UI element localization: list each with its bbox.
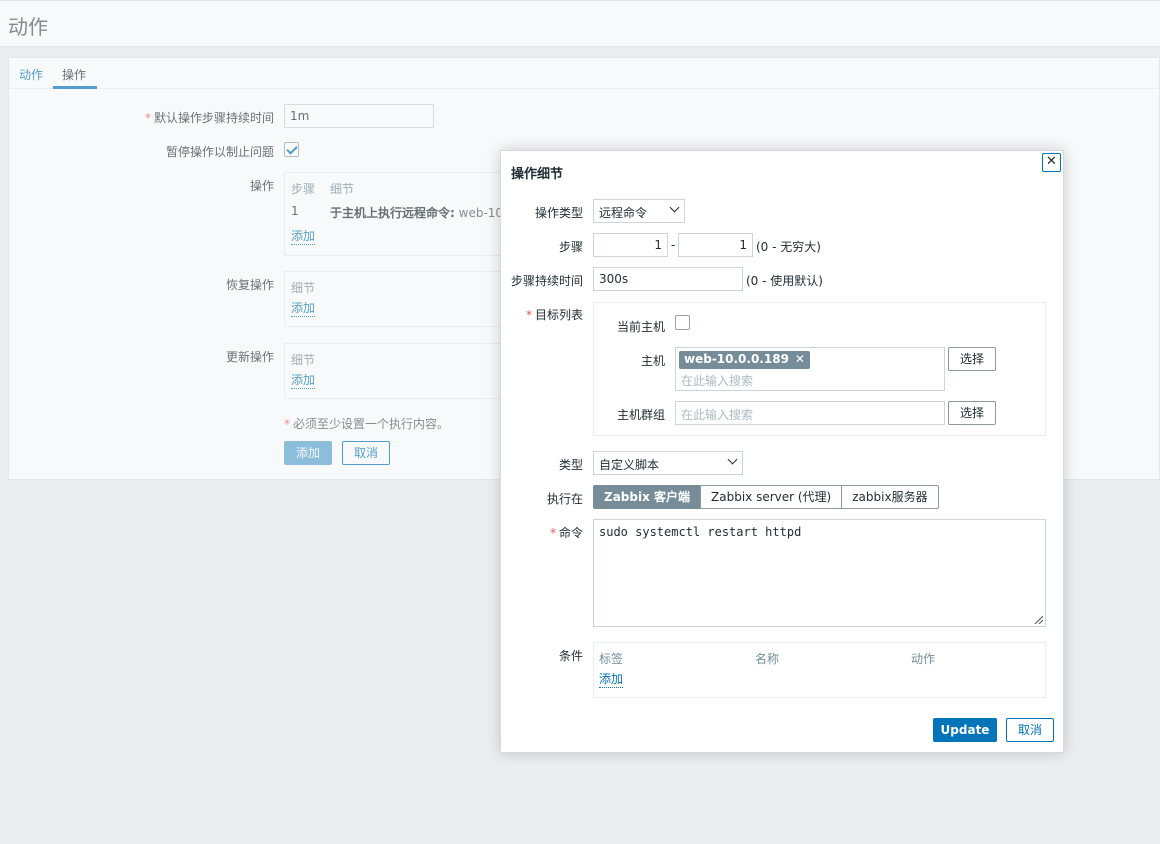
- execute-on-label: 执行在: [546, 492, 583, 506]
- command-textarea[interactable]: sudo systemctl restart httpd: [593, 519, 1046, 627]
- script-type-select[interactable]: 自定义脚本: [593, 451, 743, 475]
- execute-on-server-proxy[interactable]: Zabbix server (代理): [700, 485, 843, 509]
- chevron-down-icon: [669, 202, 680, 213]
- select-host-group-button[interactable]: 选择: [948, 401, 996, 425]
- operation-type-select[interactable]: 远程命令: [593, 199, 685, 223]
- execute-on-radio-group: Zabbix 客户端 Zabbix server (代理) zabbix服务器: [593, 485, 939, 509]
- close-icon[interactable]: ✕: [1042, 153, 1061, 172]
- step-duration-label: 步骤持续时间: [510, 274, 583, 288]
- execute-on-agent[interactable]: Zabbix 客户端: [593, 485, 702, 509]
- execute-on-zabbix-server[interactable]: zabbix服务器: [841, 485, 939, 509]
- step-duration-hint: (0 - 使用默认): [746, 274, 823, 288]
- script-type-value: 自定义脚本: [599, 458, 660, 472]
- command-text: sudo systemctl restart httpd: [599, 525, 802, 539]
- steps-separator: -: [671, 238, 676, 252]
- resize-handle-icon[interactable]: [1033, 614, 1043, 624]
- update-button[interactable]: Update: [933, 718, 997, 742]
- conditions-table: 标签 名称 动作 添加: [593, 642, 1046, 698]
- steps-hint: (0 - 无穷大): [756, 240, 821, 254]
- select-host-button[interactable]: 选择: [948, 347, 996, 371]
- conditions-action-header: 动作: [911, 652, 936, 666]
- target-list-box: 当前主机 主机 web-10.0.0.189 ✕ 在此输入搜索 选择 主机群组 在…: [593, 302, 1046, 436]
- remove-tag-icon[interactable]: ✕: [795, 352, 805, 366]
- step-from-input[interactable]: 1: [593, 233, 668, 257]
- operation-type-value: 远程命令: [599, 206, 648, 220]
- command-label: * 命令: [549, 526, 583, 540]
- dialog-title: 操作细节: [511, 167, 564, 182]
- required-asterisk: *: [525, 308, 532, 322]
- conditions-label-header: 标签: [599, 652, 624, 666]
- host-group-multiselect[interactable]: 在此输入搜索: [675, 401, 945, 425]
- operation-details-dialog: 操作细节 ✕ 操作类型 远程命令 步骤 1 - 1 (0 - 无穷大) 步骤持续…: [500, 150, 1064, 753]
- host-group-label: 主机群组: [616, 408, 665, 422]
- target-list-label: * 目标列表: [525, 308, 583, 322]
- host-multiselect[interactable]: web-10.0.0.189 ✕ 在此输入搜索: [675, 347, 945, 391]
- dialog-cancel-button[interactable]: 取消: [1006, 718, 1054, 742]
- step-to-input[interactable]: 1: [678, 233, 753, 257]
- current-host-label: 当前主机: [616, 320, 665, 334]
- conditions-name-header: 名称: [755, 652, 780, 666]
- steps-label: 步骤: [558, 240, 583, 254]
- required-asterisk: *: [549, 526, 556, 540]
- step-duration-input[interactable]: 300s: [593, 267, 743, 291]
- add-condition-link[interactable]: 添加: [599, 672, 624, 688]
- script-type-label: 类型: [558, 458, 583, 472]
- host-label: 主机: [640, 354, 665, 368]
- host-group-search-placeholder: 在此输入搜索: [681, 408, 754, 422]
- host-search-placeholder: 在此输入搜索: [681, 374, 754, 388]
- current-host-checkbox[interactable]: [675, 315, 690, 330]
- chevron-down-icon: [727, 454, 738, 465]
- conditions-label: 条件: [558, 649, 583, 663]
- operation-type-label: 操作类型: [534, 206, 583, 220]
- host-tag: web-10.0.0.189 ✕: [679, 351, 810, 369]
